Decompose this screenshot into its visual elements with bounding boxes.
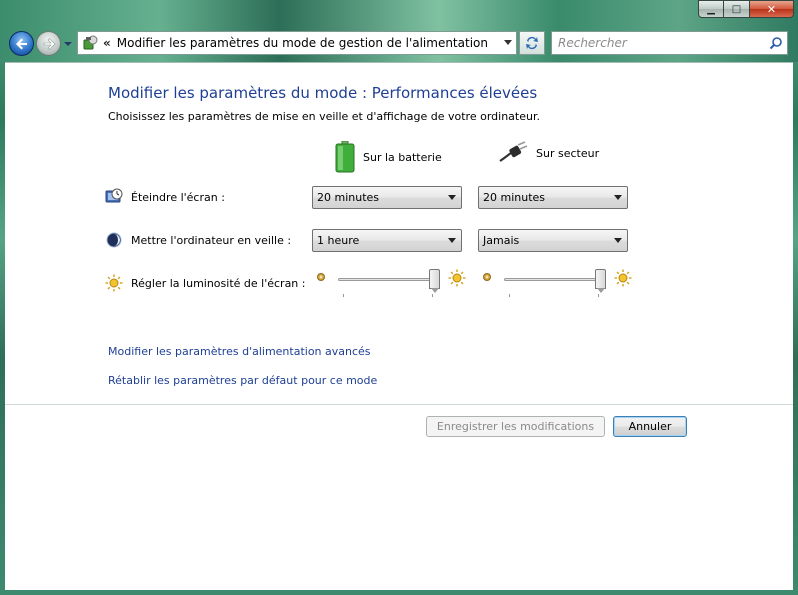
minimize-button[interactable]: ▁ <box>698 0 724 18</box>
moon-icon <box>106 232 122 248</box>
screen-off-battery-value: 20 minutes <box>317 191 380 204</box>
slider-thumb[interactable] <box>594 269 606 293</box>
power-options-icon <box>83 35 98 50</box>
search-input[interactable]: Rechercher <box>558 36 627 50</box>
sun-small-icon <box>483 273 491 281</box>
screen-off-plugged-select[interactable]: 20 minutes <box>478 186 628 209</box>
sleep-label: Mettre l'ordinateur en veille : <box>131 233 292 247</box>
search-box[interactable]: Rechercher <box>551 31 788 55</box>
sleep-plugged-value: Jamais <box>483 234 520 247</box>
forward-arrow-icon <box>43 37 55 50</box>
chevron-down-icon[interactable] <box>504 40 512 46</box>
breadcrumb-chevron[interactable]: « <box>103 36 111 50</box>
sun-big-icon <box>448 269 466 287</box>
history-dropdown-icon[interactable] <box>63 39 73 49</box>
column-label-battery: Sur la batterie <box>363 150 442 164</box>
column-label-plugged: Sur secteur <box>536 146 600 160</box>
close-button[interactable]: ✕ <box>750 0 794 18</box>
sun-small-icon <box>317 273 325 281</box>
brightness-battery-slider[interactable] <box>315 269 466 299</box>
page-subtitle: Choisissez les paramètres de mise en vei… <box>108 110 540 123</box>
row-label-brightness: Régler la luminosité de l'écran : <box>105 274 305 292</box>
cancel-button[interactable]: Annuler <box>613 416 687 437</box>
save-button[interactable]: Enregistrer les modifications <box>426 416 605 437</box>
column-header-battery: Sur la batterie <box>335 141 442 173</box>
brightness-plugged-slider[interactable] <box>481 269 632 299</box>
advanced-settings-link[interactable]: Modifier les paramètres d'alimentation a… <box>108 345 371 358</box>
sleep-battery-select[interactable]: 1 heure <box>312 229 462 252</box>
screen-off-label: Éteindre l'écran : <box>131 190 225 204</box>
slider-tick <box>432 294 433 297</box>
slider-thumb[interactable] <box>428 269 440 293</box>
content-panel: Modifier les paramètres du mode : Perfor… <box>5 62 793 590</box>
power-plug-icon <box>499 141 528 162</box>
forward-button[interactable] <box>36 31 61 56</box>
sleep-battery-value: 1 heure <box>317 234 360 247</box>
column-header-plugged: Sur secteur <box>498 141 599 165</box>
slider-tick <box>509 294 510 297</box>
slider-tick <box>343 294 344 297</box>
screen-off-plugged-value: 20 minutes <box>483 191 546 204</box>
battery-icon <box>335 141 355 173</box>
address-text: Modifier les paramètres du mode de gesti… <box>116 36 488 50</box>
chevron-down-icon <box>614 195 622 200</box>
chevron-down-icon <box>448 195 456 200</box>
chevron-down-icon <box>614 238 622 243</box>
divider <box>5 404 793 405</box>
refresh-icon <box>526 36 538 50</box>
sun-icon <box>105 274 123 292</box>
maximize-button[interactable]: □ <box>724 0 750 18</box>
back-arrow-icon <box>15 38 27 49</box>
screen-off-battery-select[interactable]: 20 minutes <box>312 186 462 209</box>
caption-buttons: ▁ □ ✕ <box>698 0 794 18</box>
monitor-clock-icon <box>105 188 123 203</box>
chevron-down-icon <box>448 238 456 243</box>
back-button[interactable] <box>9 31 34 56</box>
row-label-screen-off: Éteindre l'écran : <box>105 188 225 206</box>
row-label-sleep: Mettre l'ordinateur en veille : <box>105 231 291 249</box>
search-icon[interactable] <box>769 36 783 50</box>
slider-track <box>338 278 438 281</box>
page-title: Modifier les paramètres du mode : Perfor… <box>108 84 538 102</box>
restore-defaults-link[interactable]: Rétablir les paramètres par défaut pour … <box>108 374 377 387</box>
refresh-button[interactable] <box>519 31 545 55</box>
brightness-label: Régler la luminosité de l'écran : <box>131 276 306 290</box>
slider-tick <box>598 294 599 297</box>
address-bar[interactable]: « Modifier les paramètres du mode de ges… <box>77 31 517 55</box>
sleep-plugged-select[interactable]: Jamais <box>478 229 628 252</box>
sun-big-icon <box>614 269 632 287</box>
slider-track <box>504 278 604 281</box>
